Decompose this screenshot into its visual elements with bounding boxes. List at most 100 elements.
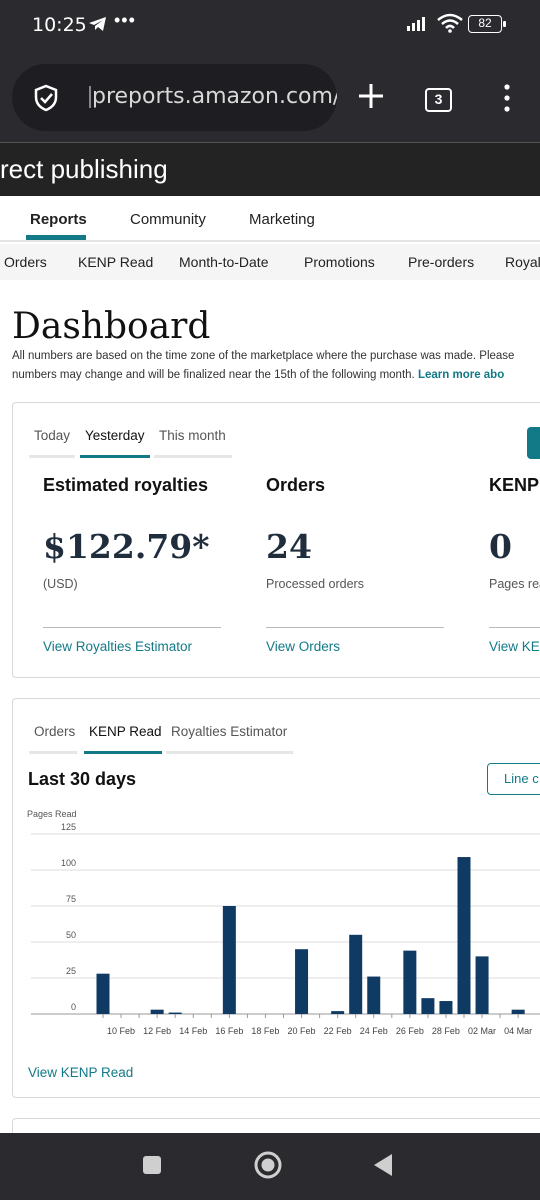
bar <box>331 1011 345 1014</box>
wifi-icon <box>436 13 464 38</box>
x-tick-label: 28 Feb <box>432 1026 460 1036</box>
top-nav: Reports Community Marketing <box>0 196 540 242</box>
x-tick-label: 24 Feb <box>360 1026 388 1036</box>
kenp-heading: KENP <box>489 475 540 495</box>
bar <box>475 956 489 1014</box>
x-tick-label: 14 Feb <box>179 1026 207 1036</box>
learn-more-link[interactable]: Learn more abo <box>418 369 504 381</box>
divider <box>43 627 221 628</box>
shield-icon[interactable] <box>32 84 60 117</box>
royalties-heading: Estimated royalties <box>43 475 209 495</box>
browser-toolbar: preports.amazon.com/d 3 <box>0 50 540 142</box>
subnav-promotions[interactable]: Promotions <box>304 254 375 270</box>
y-tick-label: 100 <box>61 858 76 868</box>
note-line-2: numbers may change and will be finalized… <box>12 366 514 385</box>
kenp-bar-chart: Pages Read 0 25 50 75 100 125 10 Feb 12 Feb 14 Fe… <box>27 809 540 1036</box>
x-tick-label: 16 Feb <box>215 1026 243 1036</box>
royalties-value: $122.79* <box>43 527 210 566</box>
bar <box>222 906 236 1014</box>
bar <box>367 976 381 1014</box>
tab-this-month-track <box>154 455 232 458</box>
android-nav-bar <box>0 1133 540 1200</box>
download-button[interactable] <box>527 427 540 459</box>
divider <box>266 627 444 628</box>
royalties-currency: (USD) <box>43 577 78 591</box>
bar <box>349 934 363 1014</box>
battery-icon: 82 <box>468 15 506 33</box>
new-tab-icon[interactable] <box>355 80 387 117</box>
y-tick-label: 50 <box>66 930 76 940</box>
tab-kenp-read-track <box>84 751 162 754</box>
tab-yesterday[interactable]: Yesterday <box>85 428 145 443</box>
tab-orders[interactable]: Orders <box>34 724 75 739</box>
tab-yesterday-track <box>80 455 150 458</box>
nav-active-indicator <box>26 235 86 240</box>
x-tick-label: 20 Feb <box>288 1026 316 1036</box>
y-axis-title: Pages Read <box>27 809 77 819</box>
bar <box>96 973 110 1014</box>
more-notifications-icon: ••• <box>114 10 136 30</box>
x-tick-label: 02 Mar <box>468 1026 496 1036</box>
status-time: 10:25 <box>32 14 87 36</box>
signal-icon <box>406 14 430 37</box>
nav-community[interactable]: Community <box>130 211 206 228</box>
chart-heading: Last 30 days <box>28 769 137 789</box>
y-tick-label: 25 <box>66 966 76 976</box>
chart-card: Orders KENP Read Royalties Estimator Las… <box>12 698 540 1098</box>
subnav-month-to-date[interactable]: Month-to-Date <box>179 254 268 270</box>
tab-switcher-button[interactable]: 3 <box>425 88 452 112</box>
kdp-logo-text[interactable]: rect publishing <box>0 154 168 185</box>
menu-dots-icon[interactable] <box>503 84 511 117</box>
address-bar[interactable]: preports.amazon.com/d <box>12 64 337 131</box>
bar <box>403 950 417 1014</box>
back-icon[interactable] <box>372 1153 394 1182</box>
bar <box>168 1012 182 1014</box>
bar <box>295 949 309 1014</box>
view-kenp-read-link[interactable]: View KENP Read <box>28 1065 133 1080</box>
bar <box>457 857 471 1014</box>
tab-this-month[interactable]: This month <box>159 428 226 443</box>
x-tick-label: 22 Feb <box>324 1026 352 1036</box>
page-title: Dashboard <box>12 306 211 347</box>
subnav-orders[interactable]: Orders <box>4 254 47 270</box>
main-content: Dashboard All numbers are based on the t… <box>0 280 540 1133</box>
view-kenp-link[interactable]: View KEN <box>489 639 540 654</box>
nav-marketing[interactable]: Marketing <box>249 211 315 228</box>
next-card <box>12 1118 540 1133</box>
kenp-value: 0 <box>489 527 512 566</box>
orders-heading: Orders <box>266 475 326 495</box>
x-tick-label: 04 Mar <box>504 1026 532 1036</box>
tab-orders-track <box>29 751 77 754</box>
url-text[interactable]: preports.amazon.com/d <box>92 84 337 109</box>
reports-subnav: Orders KENP Read Month-to-Date Promotion… <box>0 244 540 280</box>
summary-card: Today Yesterday This month Estimated roy… <box>12 402 540 678</box>
nav-reports[interactable]: Reports <box>30 211 87 228</box>
note-line-2-text: numbers may change and will be finalized… <box>12 369 415 381</box>
kenp-sublabel: Pages rea <box>489 577 540 591</box>
view-royalties-estimator-link[interactable]: View Royalties Estimator <box>43 639 192 654</box>
kdp-header: rect publishing <box>0 142 540 196</box>
x-tick-label: 18 Feb <box>251 1026 279 1036</box>
x-tick-label: 12 Feb <box>143 1026 171 1036</box>
text-cursor <box>89 86 91 108</box>
subnav-kenp-read[interactable]: KENP Read <box>78 254 153 270</box>
orders-sublabel: Processed orders <box>266 577 364 591</box>
tab-kenp-read[interactable]: KENP Read <box>89 724 162 739</box>
y-tick-label: 125 <box>61 822 76 832</box>
y-tick-label: 0 <box>71 1002 76 1012</box>
orders-value: 24 <box>266 527 312 566</box>
status-bar: 10:25 ••• 82 <box>0 0 540 50</box>
recents-icon[interactable] <box>142 1155 162 1180</box>
tab-today[interactable]: Today <box>34 428 70 443</box>
y-tick-label: 75 <box>66 894 76 904</box>
bar <box>511 1009 525 1014</box>
tab-royalties-estimator[interactable]: Royalties Estimator <box>171 724 287 739</box>
subnav-pre-orders[interactable]: Pre-orders <box>408 254 474 270</box>
view-orders-link[interactable]: View Orders <box>266 639 340 654</box>
divider <box>489 627 540 628</box>
telegram-icon <box>88 16 108 37</box>
x-tick-label: 10 Feb <box>107 1026 135 1036</box>
home-icon[interactable] <box>253 1150 283 1185</box>
subnav-royalties[interactable]: Royalt <box>505 254 540 270</box>
line-chart-button[interactable]: Line c <box>487 763 540 795</box>
